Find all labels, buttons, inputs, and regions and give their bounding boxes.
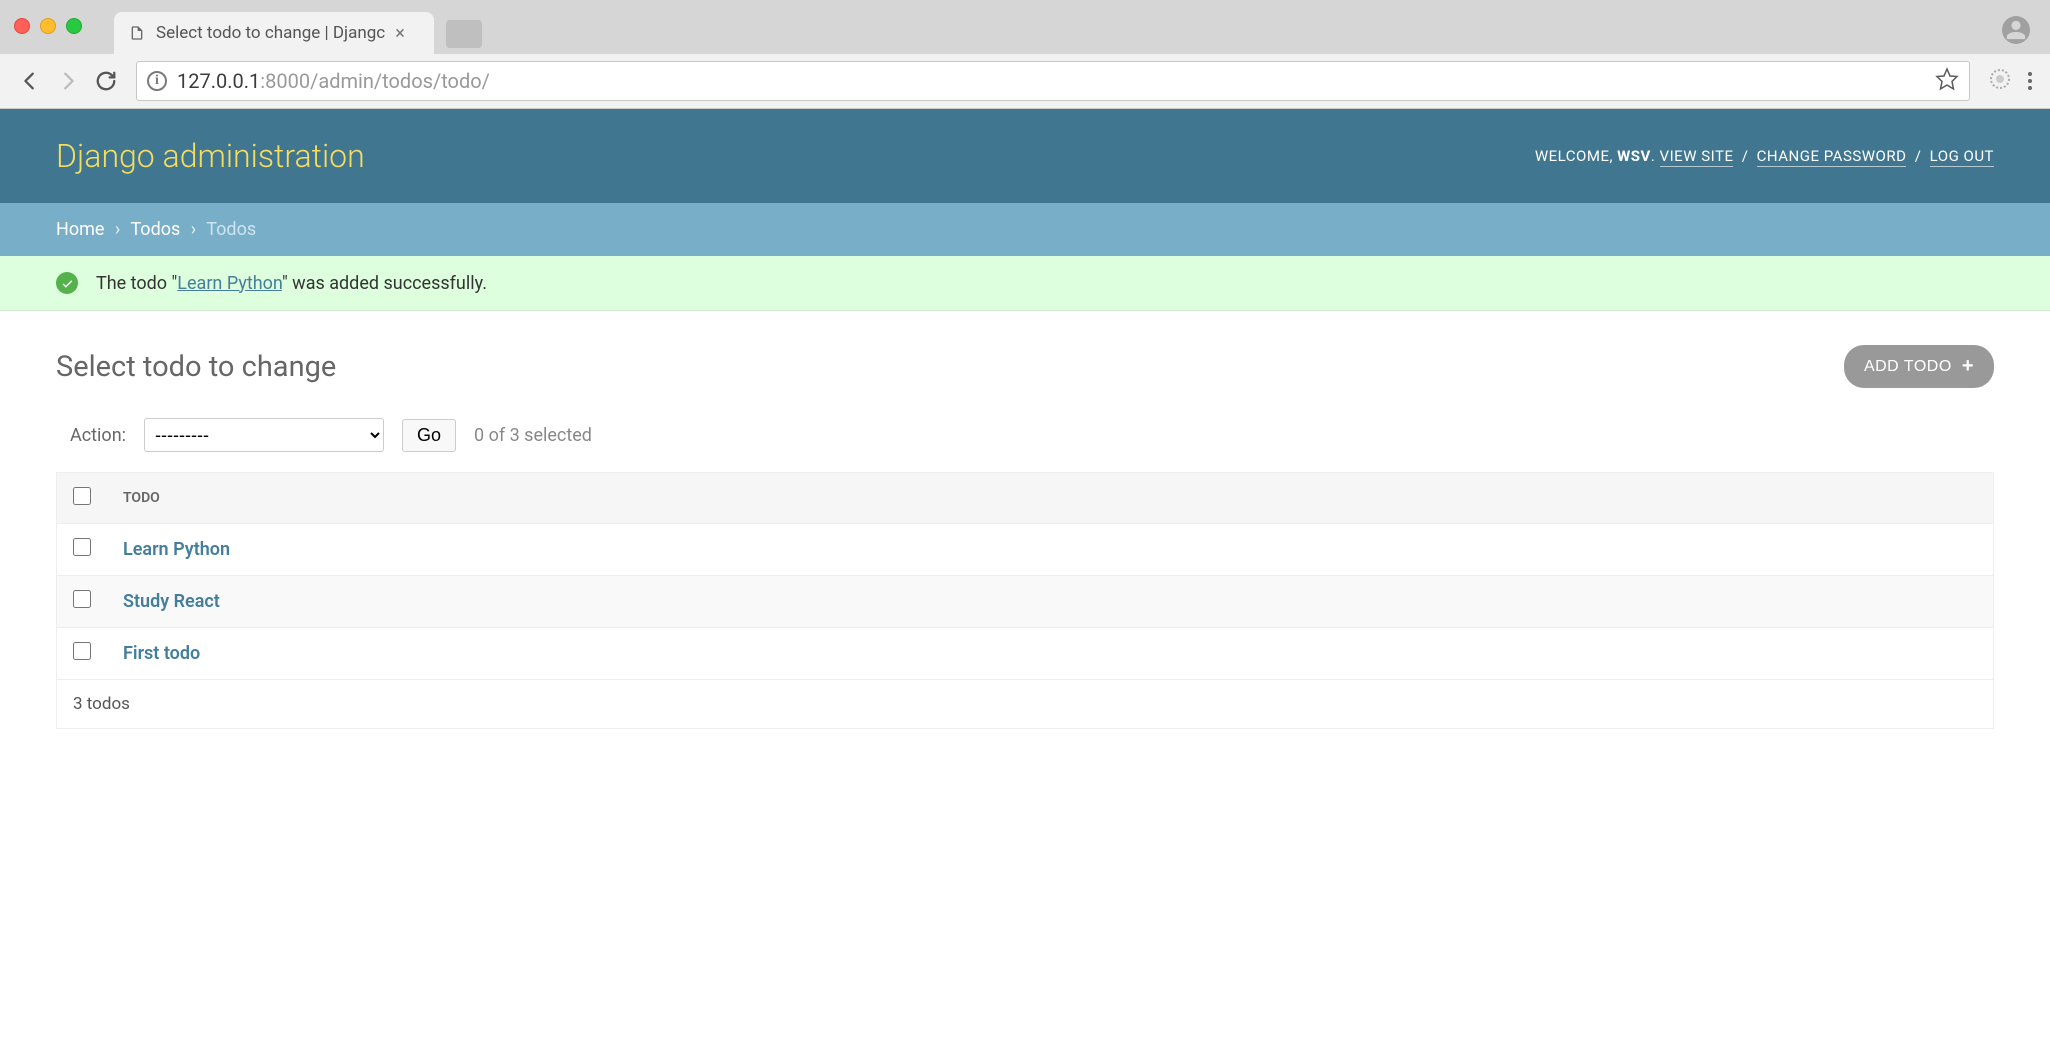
window-maximize-button[interactable]	[66, 18, 82, 34]
back-button[interactable]	[14, 65, 46, 97]
browser-titlebar: Select todo to change | Djangc ×	[0, 0, 2050, 54]
tab-title: Select todo to change | Djangc	[156, 23, 385, 43]
reload-button[interactable]	[90, 65, 122, 97]
breadcrumb-app[interactable]: Todos	[130, 219, 180, 240]
view-site-link[interactable]: VIEW SITE	[1660, 147, 1734, 167]
profile-button[interactable]	[2002, 16, 2030, 44]
actions-row: Action: --------- Go 0 of 3 selected	[56, 418, 1994, 452]
breadcrumb-home[interactable]: Home	[56, 219, 104, 240]
table-row: Study React	[57, 576, 1994, 628]
browser-toolbar: i 127.0.0.1:8000/admin/todos/todo/	[0, 54, 2050, 109]
column-header-todo[interactable]: TODO	[107, 473, 1994, 524]
todo-link[interactable]: First todo	[123, 643, 200, 664]
message-link[interactable]: Learn Python	[177, 273, 282, 294]
browser-tab-active[interactable]: Select todo to change | Djangc ×	[114, 12, 434, 54]
table-row: Learn Python	[57, 524, 1994, 576]
bookmark-star-icon[interactable]	[1935, 67, 1959, 95]
admin-brand[interactable]: Django administration	[56, 137, 365, 175]
window-controls	[14, 18, 82, 34]
breadcrumb: Home › Todos › Todos	[0, 203, 2050, 256]
new-tab-button[interactable]	[446, 20, 482, 48]
admin-header: Django administration WELCOME, WSV. VIEW…	[0, 109, 2050, 203]
selection-count: 0 of 3 selected	[474, 425, 592, 446]
table-row: First todo	[57, 628, 1994, 680]
todo-link[interactable]: Learn Python	[123, 539, 230, 560]
breadcrumb-current: Todos	[206, 219, 256, 240]
site-info-icon[interactable]: i	[147, 71, 167, 91]
username: WSV	[1617, 147, 1651, 165]
select-all-checkbox[interactable]	[73, 487, 91, 505]
action-select[interactable]: ---------	[144, 418, 384, 452]
page-icon	[128, 24, 146, 42]
content-header: Select todo to change ADD TODO +	[56, 345, 1994, 388]
paginator: 3 todos	[56, 680, 1994, 729]
address-bar[interactable]: i 127.0.0.1:8000/admin/todos/todo/	[136, 61, 1970, 101]
todo-link[interactable]: Study React	[123, 591, 220, 612]
window-minimize-button[interactable]	[40, 18, 56, 34]
check-icon	[56, 272, 78, 294]
content: Select todo to change ADD TODO + Action:…	[0, 311, 2050, 763]
add-todo-button[interactable]: ADD TODO +	[1844, 345, 1994, 388]
extension-icon[interactable]	[1988, 67, 2012, 95]
url-text: 127.0.0.1:8000/admin/todos/todo/	[177, 69, 490, 93]
success-message: The todo "Learn Python" was added succes…	[0, 256, 2050, 311]
user-tools: WELCOME, WSV. VIEW SITE / CHANGE PASSWOR…	[1535, 147, 1994, 165]
plus-icon: +	[1962, 355, 1974, 378]
row-checkbox[interactable]	[73, 590, 91, 608]
menu-button[interactable]	[2024, 68, 2036, 94]
go-button[interactable]: Go	[402, 419, 456, 452]
page-title: Select todo to change	[56, 350, 336, 384]
message-text: The todo "Learn Python" was added succes…	[96, 273, 487, 294]
toolbar-right	[1988, 67, 2036, 95]
add-button-label: ADD TODO	[1864, 358, 1952, 376]
welcome-text: WELCOME,	[1535, 147, 1613, 165]
changelist-table: TODO Learn Python Study React First todo	[56, 472, 1994, 680]
window-close-button[interactable]	[14, 18, 30, 34]
action-label: Action:	[70, 425, 126, 446]
browser-tabs: Select todo to change | Djangc ×	[114, 12, 482, 54]
row-checkbox[interactable]	[73, 538, 91, 556]
change-password-link[interactable]: CHANGE PASSWORD	[1757, 147, 1907, 167]
breadcrumb-separator: ›	[115, 219, 120, 240]
select-all-cell	[57, 473, 108, 524]
row-checkbox[interactable]	[73, 642, 91, 660]
forward-button[interactable]	[52, 65, 84, 97]
tab-close-button[interactable]: ×	[395, 23, 405, 44]
logout-link[interactable]: LOG OUT	[1930, 147, 1994, 167]
breadcrumb-separator: ›	[191, 219, 196, 240]
